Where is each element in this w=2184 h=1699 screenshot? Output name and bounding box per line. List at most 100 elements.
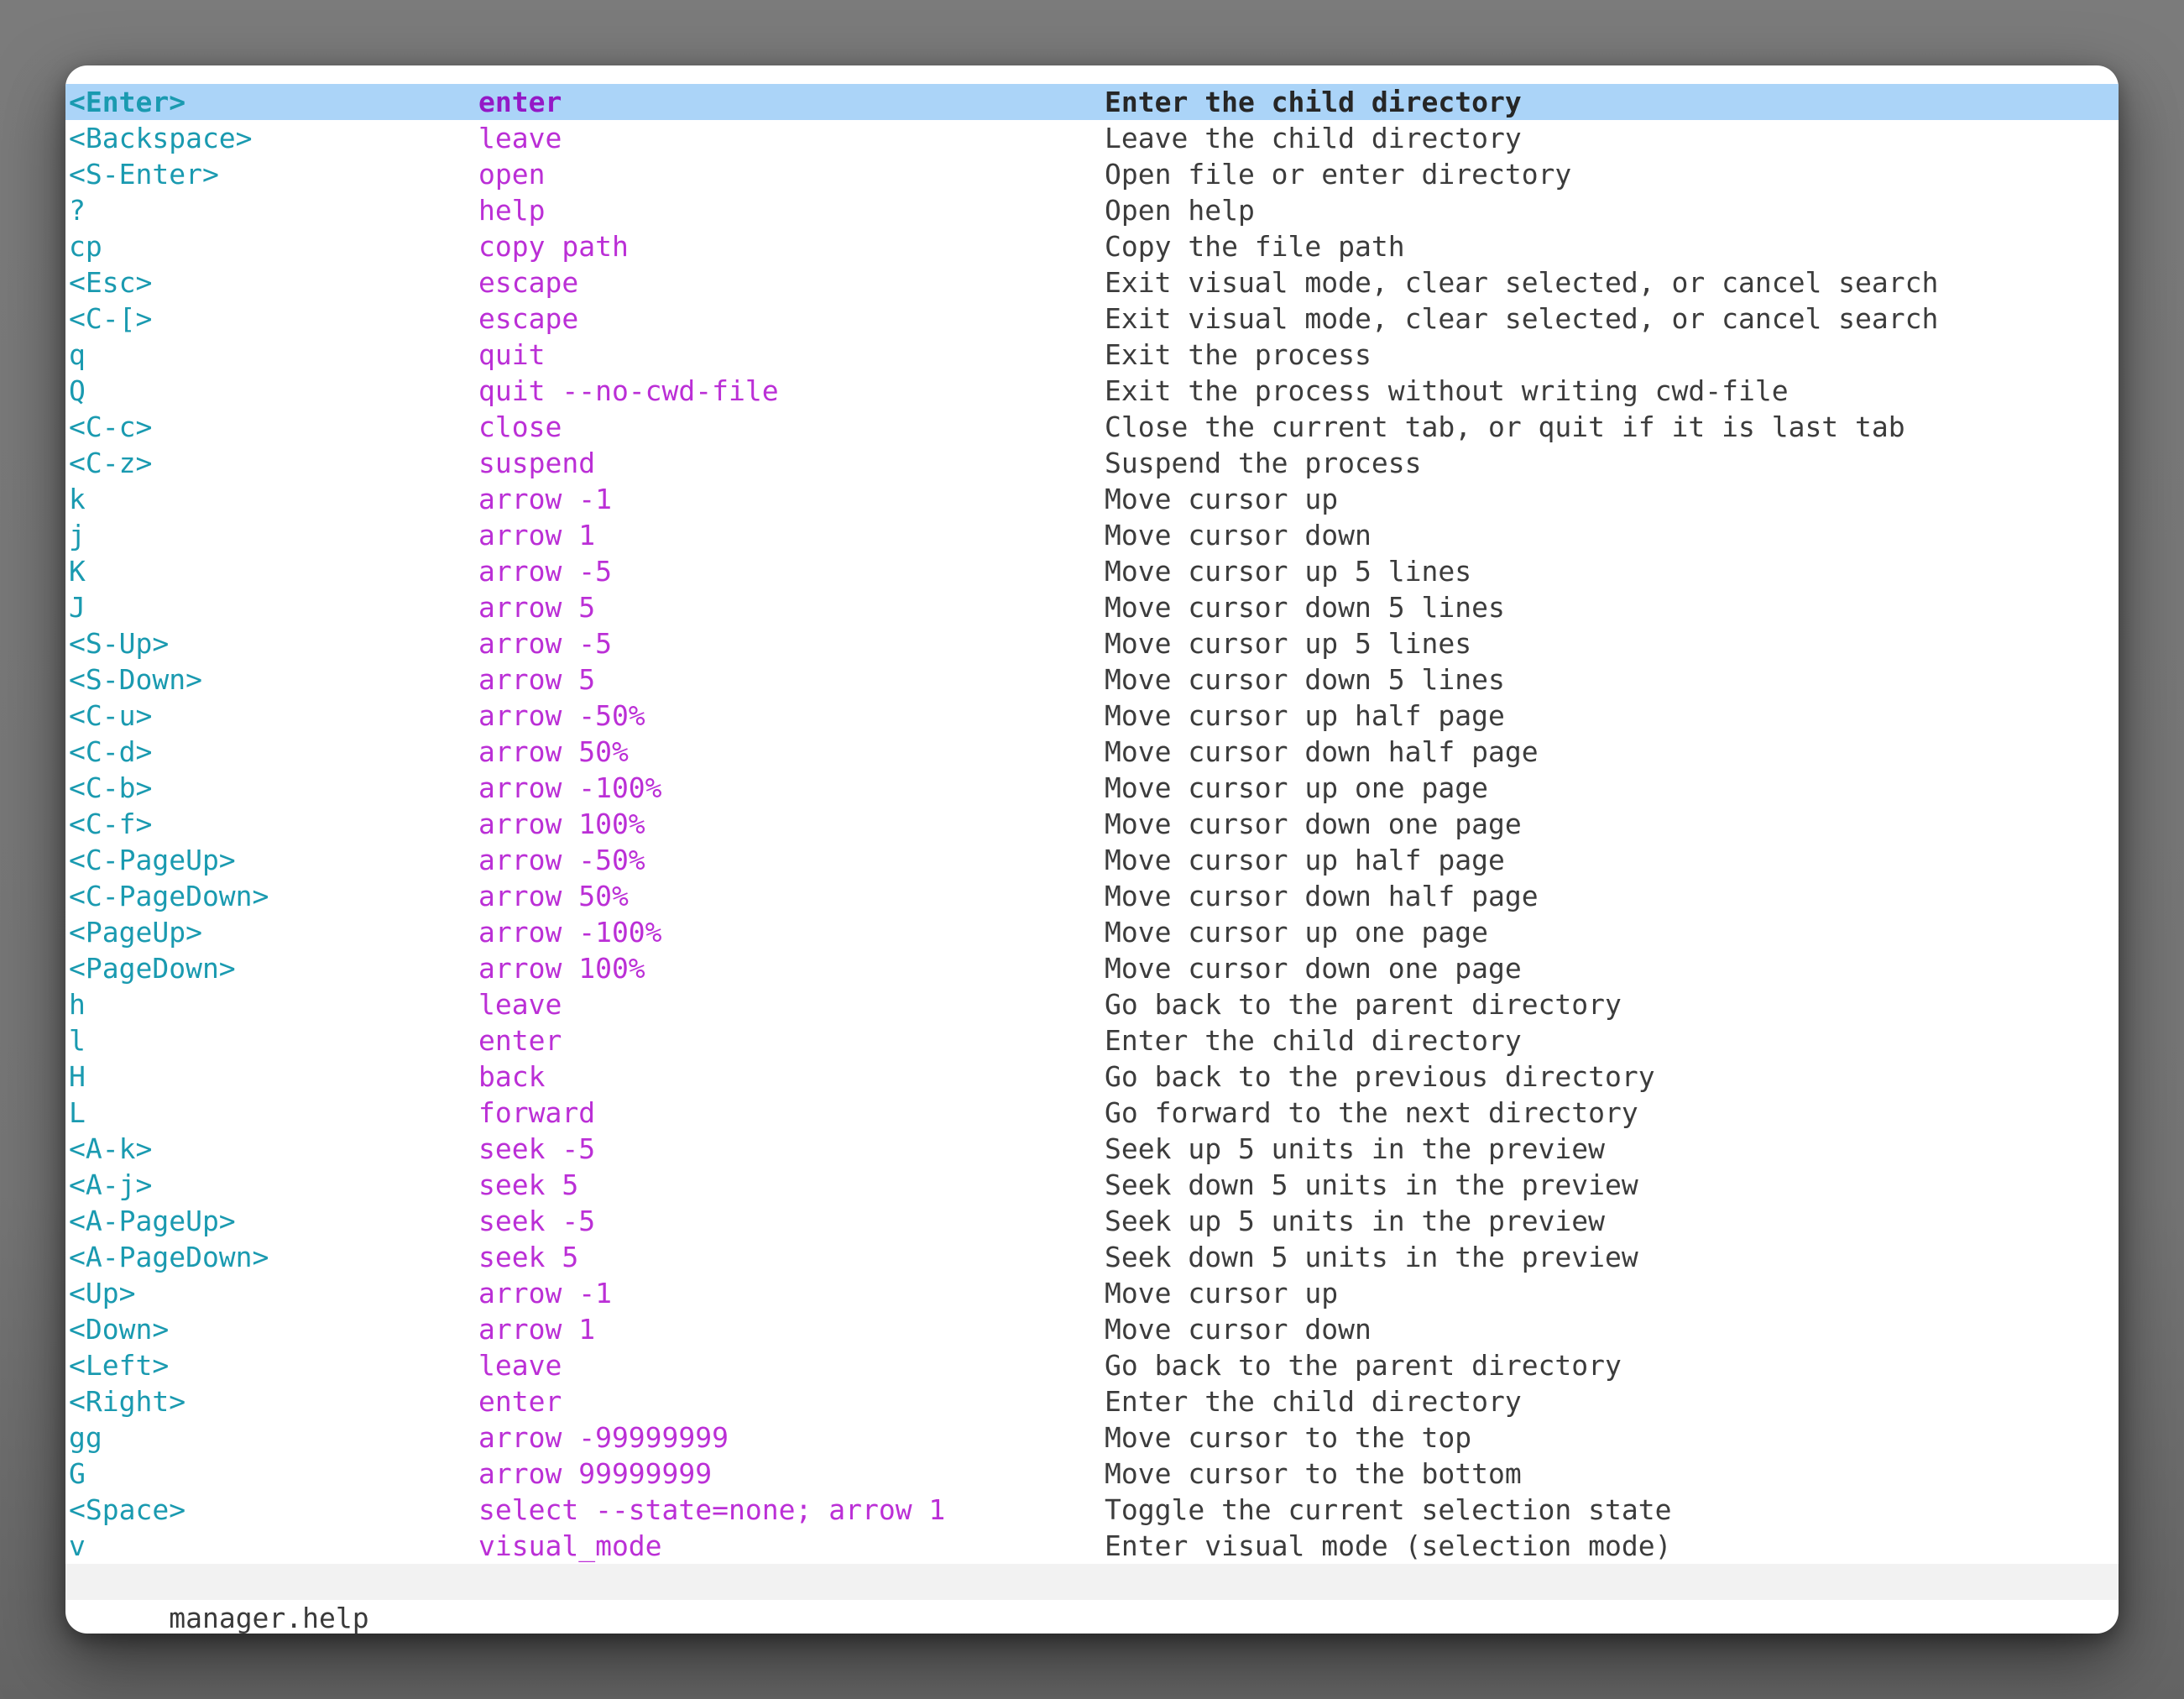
key-cell: <Space> [69, 1492, 478, 1528]
keybinding-row[interactable]: H back Go back to the previous directory [65, 1059, 2119, 1095]
keybinding-row[interactable]: <S-Up> arrow -5 Move cursor up 5 lines [65, 625, 2119, 661]
keybinding-row[interactable]: <PageUp> arrow -100% Move cursor up one … [65, 914, 2119, 950]
keybinding-row[interactable]: <S-Enter> open Open file or enter direct… [65, 156, 2119, 192]
key-cell: G [69, 1456, 478, 1492]
keybinding-row[interactable]: <A-j> seek 5 Seek down 5 units in the pr… [65, 1167, 2119, 1203]
keybinding-row[interactable]: <C-z> suspend Suspend the process [65, 445, 2119, 481]
description-cell: Exit the process [1105, 337, 2119, 373]
keybinding-row[interactable]: <Right> enter Enter the child directory [65, 1383, 2119, 1419]
command-cell: suspend [478, 445, 1105, 481]
command-cell: arrow 50% [478, 734, 1105, 770]
keybinding-row[interactable]: <C-b> arrow -100% Move cursor up one pag… [65, 770, 2119, 806]
keybinding-row[interactable]: Q quit --no-cwd-file Exit the process wi… [65, 373, 2119, 409]
key-cell: <C-b> [69, 770, 478, 806]
keybinding-row[interactable]: <Enter> enter Enter the child directory [65, 84, 2119, 120]
keybinding-row[interactable]: <Space> select --state=none; arrow 1 Tog… [65, 1492, 2119, 1528]
description-cell: Seek up 5 units in the preview [1105, 1131, 2119, 1167]
command-cell: leave [478, 1347, 1105, 1383]
key-cell: <A-PageDown> [69, 1239, 478, 1275]
key-cell: <C-d> [69, 734, 478, 770]
keybinding-row[interactable]: J arrow 5 Move cursor down 5 lines [65, 589, 2119, 625]
command-cell: arrow 5 [478, 661, 1105, 698]
keybinding-row[interactable]: K arrow -5 Move cursor up 5 lines [65, 553, 2119, 589]
terminal-window: <Enter> enter Enter the child directory … [65, 65, 2119, 1634]
key-cell: <S-Down> [69, 661, 478, 698]
key-cell: <C-PageUp> [69, 842, 478, 878]
command-cell: escape [478, 264, 1105, 301]
description-cell: Close the current tab, or quit if it is … [1105, 409, 2119, 445]
command-cell: arrow -100% [478, 914, 1105, 950]
keybinding-row[interactable]: j arrow 1 Move cursor down [65, 517, 2119, 553]
help-layer-label: manager.help [169, 1602, 368, 1634]
command-cell: arrow -1 [478, 1275, 1105, 1311]
description-cell: Move cursor down [1105, 517, 2119, 553]
key-cell: l [69, 1022, 478, 1059]
description-cell: Go back to the parent directory [1105, 986, 2119, 1022]
keybinding-row[interactable]: <S-Down> arrow 5 Move cursor down 5 line… [65, 661, 2119, 698]
key-cell: Q [69, 373, 478, 409]
keybinding-row[interactable]: q quit Exit the process [65, 337, 2119, 373]
command-cell: copy path [478, 228, 1105, 264]
keybinding-row[interactable]: <C-c> close Close the current tab, or qu… [65, 409, 2119, 445]
keybinding-row[interactable]: <Up> arrow -1 Move cursor up [65, 1275, 2119, 1311]
keybinding-row[interactable]: L forward Go forward to the next directo… [65, 1095, 2119, 1131]
keybinding-row[interactable]: <Down> arrow 1 Move cursor down [65, 1311, 2119, 1347]
keybinding-row[interactable]: k arrow -1 Move cursor up [65, 481, 2119, 517]
command-cell: enter [478, 84, 1105, 120]
help-keybinding-list[interactable]: <Enter> enter Enter the child directory … [65, 65, 2119, 1564]
keybinding-row[interactable]: <C-u> arrow -50% Move cursor up half pag… [65, 698, 2119, 734]
command-cell: quit --no-cwd-file [478, 373, 1105, 409]
command-cell: enter [478, 1022, 1105, 1059]
keybinding-row[interactable]: <C-d> arrow 50% Move cursor down half pa… [65, 734, 2119, 770]
keybinding-row[interactable]: <A-k> seek -5 Seek up 5 units in the pre… [65, 1131, 2119, 1167]
description-cell: Move cursor down one page [1105, 806, 2119, 842]
key-cell: <C-PageDown> [69, 878, 478, 914]
key-cell: L [69, 1095, 478, 1131]
keybinding-row[interactable]: l enter Enter the child directory [65, 1022, 2119, 1059]
key-cell: <S-Enter> [69, 156, 478, 192]
key-cell: gg [69, 1419, 478, 1456]
keybinding-row[interactable]: <Backspace> leave Leave the child direct… [65, 120, 2119, 156]
description-cell: Move cursor up 5 lines [1105, 553, 2119, 589]
keybinding-row[interactable]: gg arrow -99999999 Move cursor to the to… [65, 1419, 2119, 1456]
keybinding-row[interactable]: <Left> leave Go back to the parent direc… [65, 1347, 2119, 1383]
command-cell: leave [478, 120, 1105, 156]
description-cell: Move cursor down one page [1105, 950, 2119, 986]
description-cell: Open file or enter directory [1105, 156, 2119, 192]
keybinding-row[interactable]: h leave Go back to the parent directory [65, 986, 2119, 1022]
command-cell: forward [478, 1095, 1105, 1131]
key-cell: <Backspace> [69, 120, 478, 156]
keybinding-row[interactable]: <A-PageDown> seek 5 Seek down 5 units in… [65, 1239, 2119, 1275]
key-cell: <Esc> [69, 264, 478, 301]
command-cell: arrow 50% [478, 878, 1105, 914]
keybinding-row[interactable]: cp copy path Copy the file path [65, 228, 2119, 264]
command-cell: seek 5 [478, 1167, 1105, 1203]
description-cell: Seek up 5 units in the preview [1105, 1203, 2119, 1239]
description-cell: Move cursor up [1105, 1275, 2119, 1311]
status-bar: manager.help [65, 1564, 2119, 1600]
desktop-background: <Enter> enter Enter the child directory … [0, 0, 2184, 1699]
command-cell: arrow -5 [478, 625, 1105, 661]
keybinding-row[interactable]: <C-f> arrow 100% Move cursor down one pa… [65, 806, 2119, 842]
keybinding-row[interactable]: <A-PageUp> seek -5 Seek up 5 units in th… [65, 1203, 2119, 1239]
keybinding-row[interactable]: <PageDown> arrow 100% Move cursor down o… [65, 950, 2119, 986]
keybinding-row[interactable]: <C-[> escape Exit visual mode, clear sel… [65, 301, 2119, 337]
command-cell: arrow -50% [478, 698, 1105, 734]
keybinding-row[interactable]: <C-PageDown> arrow 50% Move cursor down … [65, 878, 2119, 914]
keybinding-row[interactable]: G arrow 99999999 Move cursor to the bott… [65, 1456, 2119, 1492]
key-cell: K [69, 553, 478, 589]
key-cell: q [69, 337, 478, 373]
key-cell: <Down> [69, 1311, 478, 1347]
command-cell: seek -5 [478, 1203, 1105, 1239]
keybinding-row[interactable]: v visual_mode Enter visual mode (selecti… [65, 1528, 2119, 1564]
command-cell: arrow 5 [478, 589, 1105, 625]
description-cell: Move cursor down 5 lines [1105, 661, 2119, 698]
keybinding-row[interactable]: ? help Open help [65, 192, 2119, 228]
command-cell: arrow -5 [478, 553, 1105, 589]
description-cell: Move cursor up [1105, 481, 2119, 517]
description-cell: Move cursor up one page [1105, 770, 2119, 806]
keybinding-row[interactable]: <C-PageUp> arrow -50% Move cursor up hal… [65, 842, 2119, 878]
description-cell: Move cursor up 5 lines [1105, 625, 2119, 661]
keybinding-row[interactable]: <Esc> escape Exit visual mode, clear sel… [65, 264, 2119, 301]
description-cell: Enter the child directory [1105, 84, 2119, 120]
